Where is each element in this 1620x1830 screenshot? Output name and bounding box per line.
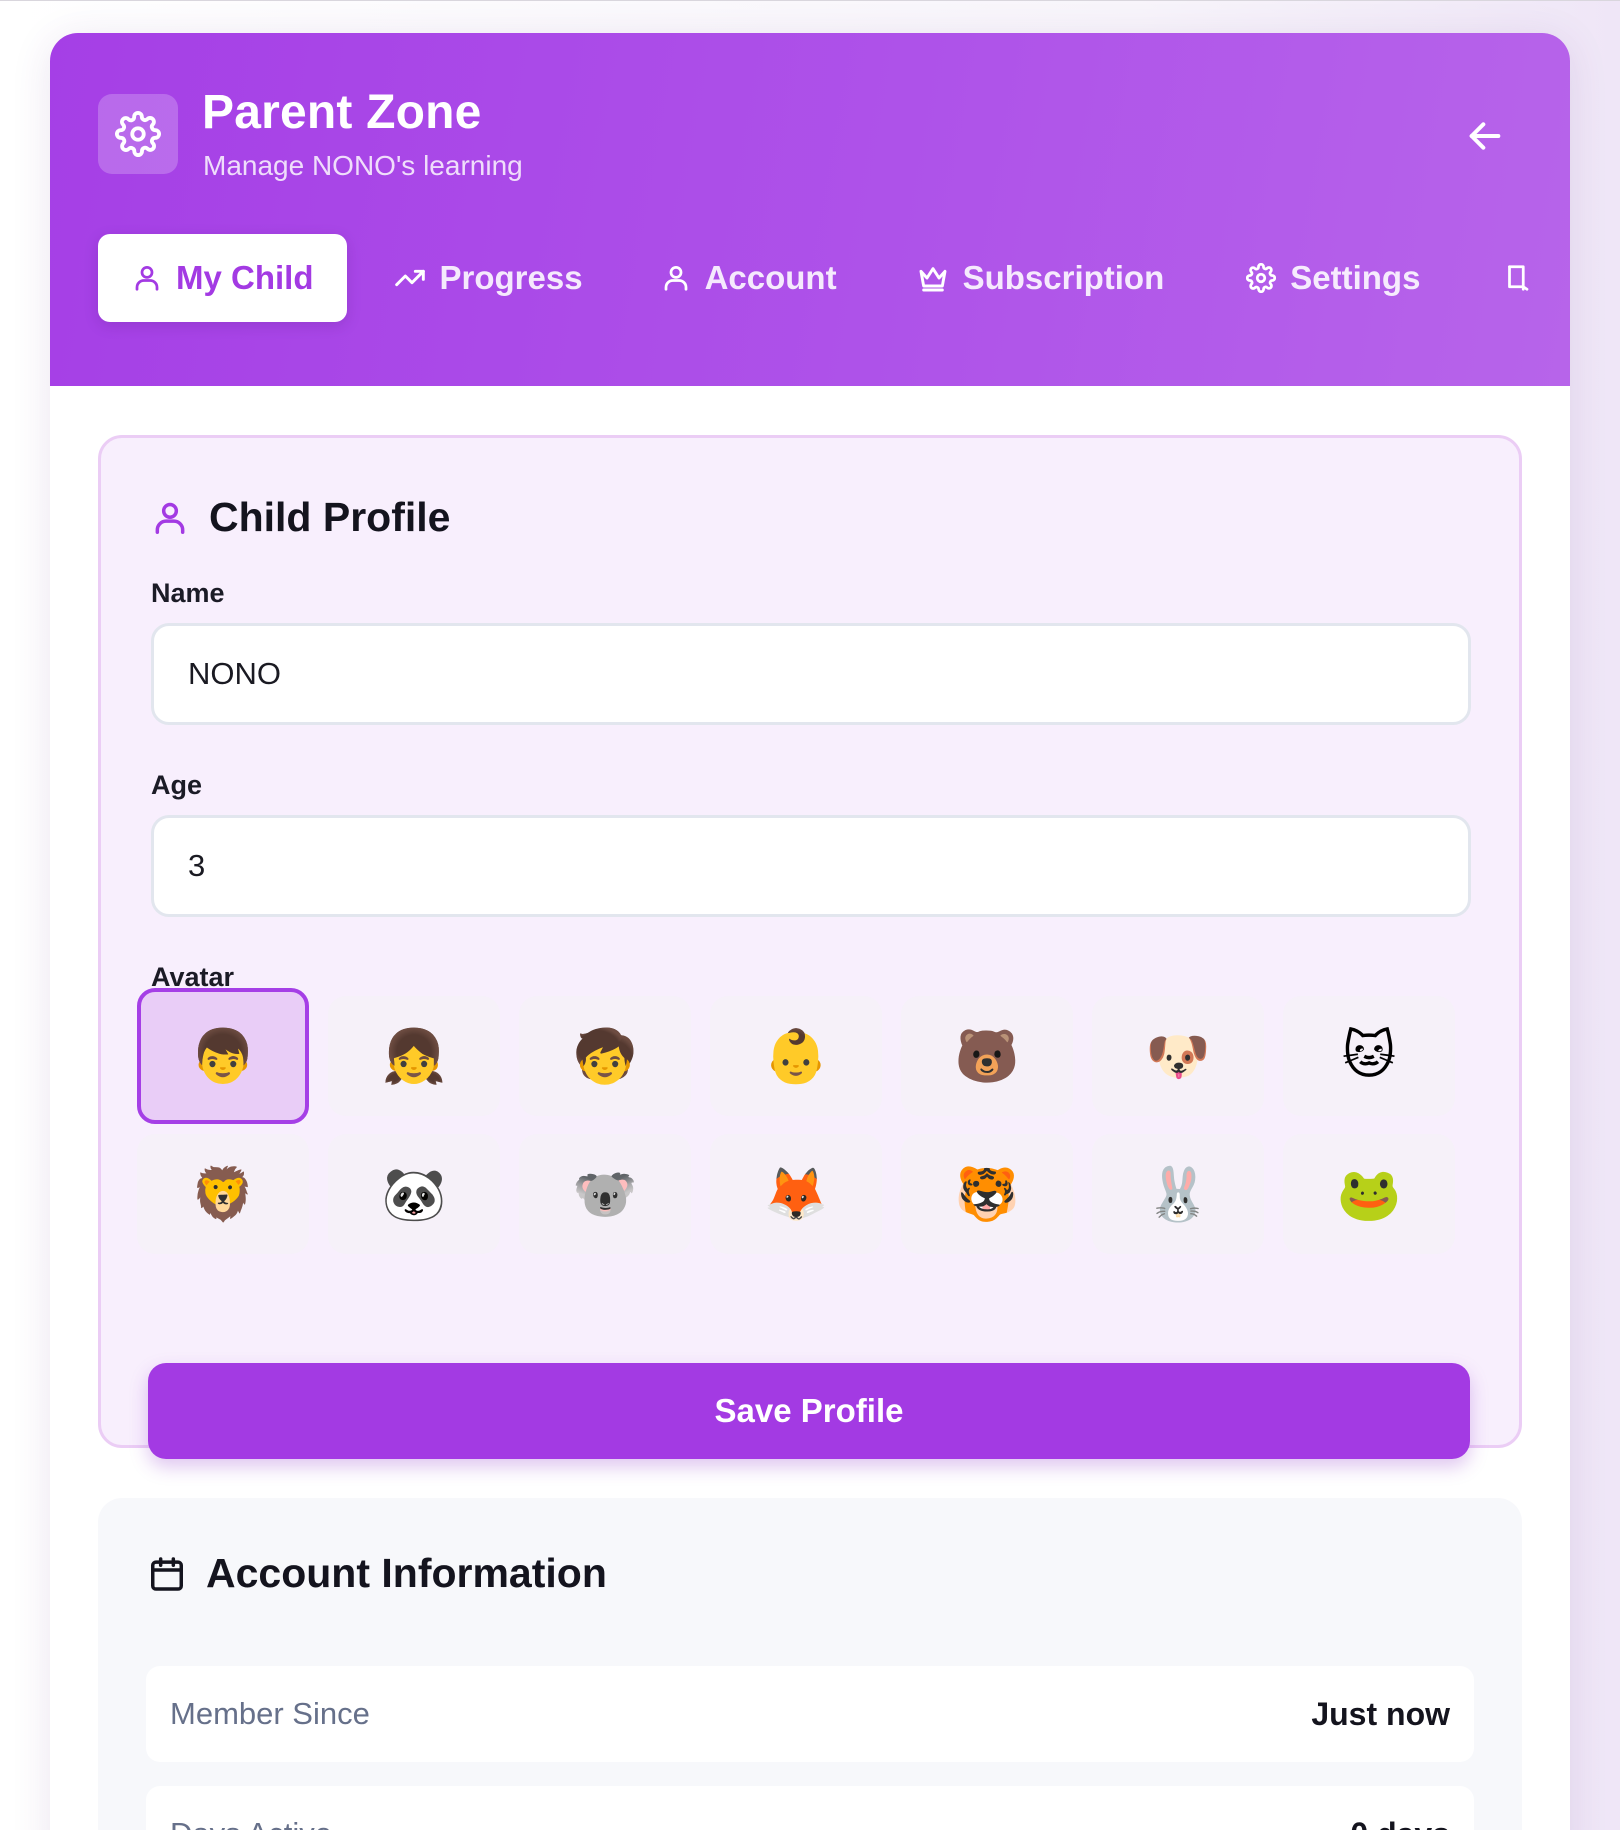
avatar-option[interactable]: 👶 (710, 996, 882, 1116)
info-label: Member Since (170, 1696, 370, 1731)
avatar-option[interactable]: 👧 (328, 996, 500, 1116)
tab-settings[interactable]: Settings (1246, 234, 1420, 322)
book-icon (1508, 265, 1529, 291)
tab-my-child[interactable]: My Child (98, 234, 347, 322)
page-title: Parent Zone (202, 86, 482, 139)
info-row-member-since: Member Since Just now (146, 1666, 1474, 1762)
account-information-section: Account Information Member Since Just no… (98, 1498, 1522, 1830)
section-title-text: Child Profile (209, 494, 451, 540)
avatar-option[interactable]: 🐯 (901, 1134, 1073, 1254)
name-field[interactable] (151, 623, 1471, 725)
page-subtitle: Manage NONO's learning (203, 150, 523, 181)
child-profile-section: Child Profile Name Age Avatar 👦 👧 🧒 👶 🐻 … (98, 435, 1522, 1459)
tab-progress[interactable]: Progress (394, 234, 583, 322)
user-icon (664, 266, 687, 291)
avatar-option[interactable]: 🦊 (710, 1134, 882, 1254)
avatar-option[interactable]: 🐼 (328, 1134, 500, 1254)
tab-label: My Child (176, 259, 314, 296)
name-label: Name (151, 578, 225, 608)
age-field[interactable] (151, 815, 1471, 917)
avatar-option[interactable]: 🐰 (1092, 1134, 1264, 1254)
avatar-grid: 👦 👧 🧒 👶 🐻 🐶 🐱 🦁 🐼 🐨 🦊 🐯 🐰 🐸 (137, 988, 1477, 1254)
avatar-option[interactable]: 🐨 (519, 1134, 691, 1254)
info-value: Just now (1311, 1695, 1450, 1732)
header: Parent Zone Manage NONO's learning My Ch… (50, 33, 1570, 386)
section-title-text: Account Information (206, 1550, 607, 1596)
gear-icon (1246, 263, 1277, 293)
save-profile-button[interactable]: Save Profile (148, 1363, 1470, 1459)
info-value: 0 days (1350, 1816, 1450, 1830)
avatar-option[interactable]: 🦁 (137, 1134, 309, 1254)
window-top-rule (0, 0, 1620, 1)
back-button[interactable] (1450, 101, 1520, 171)
tab-label: Progress (439, 259, 583, 296)
avatar-option[interactable]: 🐻 (901, 996, 1073, 1116)
tab-label: Subscription (962, 259, 1165, 296)
age-label: Age (151, 770, 203, 800)
info-row-days-active: Days Active 0 days (146, 1786, 1474, 1830)
info-label: Days Active (170, 1816, 332, 1830)
account-information-heading: Account Information (148, 1550, 607, 1597)
child-profile-heading: Child Profile (151, 494, 450, 541)
tab-label: Account (704, 259, 837, 296)
avatar-option[interactable]: 🧒 (519, 996, 691, 1116)
tab-more[interactable] (1502, 234, 1532, 322)
tab-subscription[interactable]: Subscription (917, 234, 1165, 322)
tab-label: Settings (1290, 259, 1421, 296)
tab-bar: My Child Progress Account Subscription S… (98, 234, 1538, 322)
avatar-option[interactable]: 🐶 (1092, 996, 1264, 1116)
arrow-left-icon (1469, 122, 1501, 150)
parent-zone-card: Parent Zone Manage NONO's learning My Ch… (50, 33, 1570, 1830)
avatar-option[interactable]: 🐸 (1283, 1134, 1455, 1254)
calendar-icon (151, 1556, 183, 1591)
tab-account[interactable]: Account (661, 234, 837, 322)
avatar-option-selected[interactable]: 👦 (137, 988, 309, 1124)
crown-icon (919, 267, 947, 292)
trending-up-icon (394, 269, 425, 287)
user-icon (155, 502, 185, 534)
gear-icon (98, 94, 178, 174)
user-icon (135, 266, 159, 291)
avatar-option[interactable]: 🐱 (1283, 996, 1455, 1116)
